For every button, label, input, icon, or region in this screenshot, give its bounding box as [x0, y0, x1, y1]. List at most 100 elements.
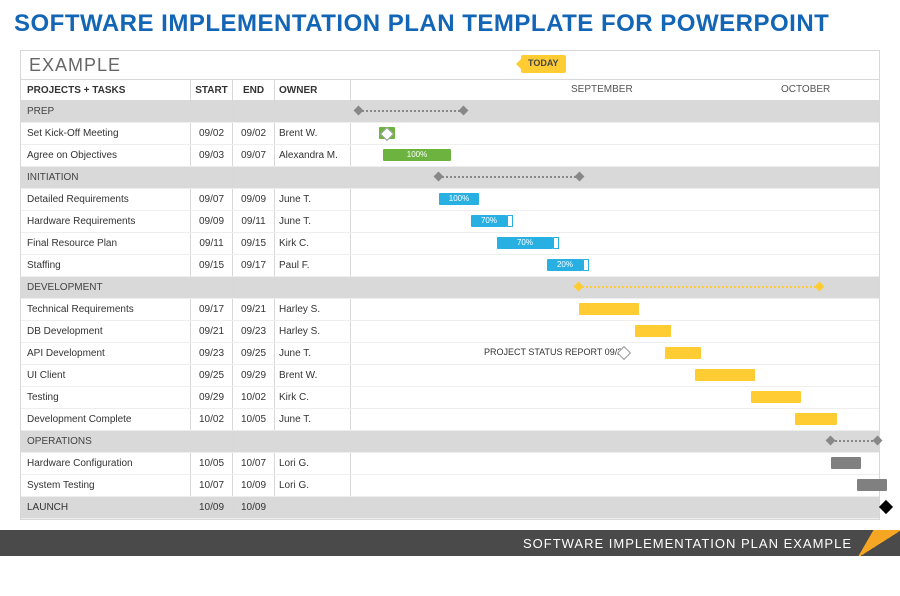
gantt-cell — [351, 167, 879, 188]
task-name: INITIATION — [21, 167, 191, 188]
month-label-oct: OCTOBER — [781, 84, 830, 95]
gantt-area: 70% — [351, 211, 879, 232]
task-owner: Harley S. — [275, 299, 351, 320]
gantt-area — [351, 167, 879, 188]
gantt-area — [351, 299, 879, 320]
timeline-header-zone: TODAY — [351, 51, 879, 79]
task-end — [233, 167, 275, 188]
column-header-row: PROJECTS + TASKS START END OWNER SEPTEMB… — [21, 79, 879, 101]
page-header: SOFTWARE IMPLEMENTATION PLAN TEMPLATE FO… — [0, 0, 900, 44]
task-name: OPERATIONS — [21, 431, 191, 452]
task-owner: Brent W. — [275, 123, 351, 144]
task-row: Hardware Configuration10/0510/07Lori G. — [21, 453, 879, 475]
task-row: DB Development09/2109/23Harley S. — [21, 321, 879, 343]
task-end: 09/02 — [233, 123, 275, 144]
task-end: 09/29 — [233, 365, 275, 386]
gantt-bar-remaining — [583, 259, 589, 271]
task-owner — [275, 431, 351, 452]
gantt-cell: 100% — [351, 189, 879, 210]
gantt-area — [351, 365, 879, 386]
task-row: Testing09/2910/02Kirk C. — [21, 387, 879, 409]
task-row: Final Resource Plan09/1109/15Kirk C.70% — [21, 233, 879, 255]
task-owner: Brent W. — [275, 365, 351, 386]
task-start: 09/07 — [191, 189, 233, 210]
task-name: Detailed Requirements — [21, 189, 191, 210]
task-start — [191, 167, 233, 188]
task-row: API Development09/2309/25June T.PROJECT … — [21, 343, 879, 365]
gantt-cell — [351, 321, 879, 342]
task-owner — [275, 497, 351, 518]
gantt-bar-remaining — [553, 237, 559, 249]
task-row: Development Complete10/0210/05June T. — [21, 409, 879, 431]
gantt-cell — [351, 277, 879, 298]
task-end: 09/17 — [233, 255, 275, 276]
gantt-cell: PROJECT STATUS REPORT 09/20 — [351, 343, 879, 364]
gantt-area — [351, 497, 879, 518]
gantt-cell — [351, 299, 879, 320]
task-row: Set Kick-Off Meeting09/0209/02Brent W. — [21, 123, 879, 145]
month-label-sep: SEPTEMBER — [571, 84, 633, 95]
task-owner: Alexandra M. — [275, 145, 351, 166]
example-row: EXAMPLE TODAY — [21, 51, 879, 79]
section-row: DEVELOPMENT — [21, 277, 879, 299]
task-owner — [275, 167, 351, 188]
task-row: UI Client09/2509/29Brent W. — [21, 365, 879, 387]
task-owner — [275, 101, 351, 122]
task-start: 09/25 — [191, 365, 233, 386]
task-name: UI Client — [21, 365, 191, 386]
gantt-cell — [351, 453, 879, 474]
gantt-bar — [831, 457, 861, 469]
gantt-cell — [351, 409, 879, 430]
task-start — [191, 101, 233, 122]
summary-bar — [831, 440, 877, 442]
gantt-bar — [857, 479, 887, 491]
task-end: 09/23 — [233, 321, 275, 342]
task-owner: June T. — [275, 211, 351, 232]
gantt-area — [351, 101, 879, 122]
gantt-area — [351, 453, 879, 474]
task-end: 10/09 — [233, 475, 275, 496]
col-header-timeline: SEPTEMBER OCTOBER — [351, 80, 879, 100]
task-name: Development Complete — [21, 409, 191, 430]
gantt-cell: 70% — [351, 233, 879, 254]
task-start: 10/07 — [191, 475, 233, 496]
task-name: Hardware Configuration — [21, 453, 191, 474]
task-start: 09/17 — [191, 299, 233, 320]
gantt-area — [351, 277, 879, 298]
gantt-area: 100% — [351, 145, 879, 166]
gantt-area: 20% — [351, 255, 879, 276]
gantt-cell — [351, 475, 879, 496]
task-name: Hardware Requirements — [21, 211, 191, 232]
task-owner: June T. — [275, 189, 351, 210]
gantt-cell: 100% — [351, 145, 879, 166]
section-row: PREP — [21, 101, 879, 123]
task-row: Detailed Requirements09/0709/09June T.10… — [21, 189, 879, 211]
task-owner: Lori G. — [275, 475, 351, 496]
task-start: 09/29 — [191, 387, 233, 408]
gantt-cell — [351, 431, 879, 452]
gantt-bar: 70% — [471, 215, 507, 227]
gantt-area — [351, 321, 879, 342]
task-name: Final Resource Plan — [21, 233, 191, 254]
rows-container: PREPSet Kick-Off Meeting09/0209/02Brent … — [21, 101, 879, 519]
task-end: 10/07 — [233, 453, 275, 474]
task-end: 09/21 — [233, 299, 275, 320]
col-header-owner: OWNER — [275, 80, 351, 100]
gantt-cell: 20% — [351, 255, 879, 276]
section-row: OPERATIONS — [21, 431, 879, 453]
gantt-bar: 100% — [439, 193, 479, 205]
gantt-area: 70% — [351, 233, 879, 254]
task-start: 09/23 — [191, 343, 233, 364]
gantt-area — [351, 475, 879, 496]
launch-row: LAUNCH10/0910/09 — [21, 497, 879, 519]
task-row: Agree on Objectives09/0309/07Alexandra M… — [21, 145, 879, 167]
status-report-label: PROJECT STATUS REPORT 09/20 — [484, 347, 627, 357]
summary-bar — [439, 176, 579, 178]
task-row: Technical Requirements09/1709/21Harley S… — [21, 299, 879, 321]
gantt-area: 100% — [351, 189, 879, 210]
task-end: 09/15 — [233, 233, 275, 254]
task-owner: Lori G. — [275, 453, 351, 474]
task-end: 09/11 — [233, 211, 275, 232]
task-row: Staffing09/1509/17Paul F.20% — [21, 255, 879, 277]
gantt-bar: 20% — [547, 259, 583, 271]
